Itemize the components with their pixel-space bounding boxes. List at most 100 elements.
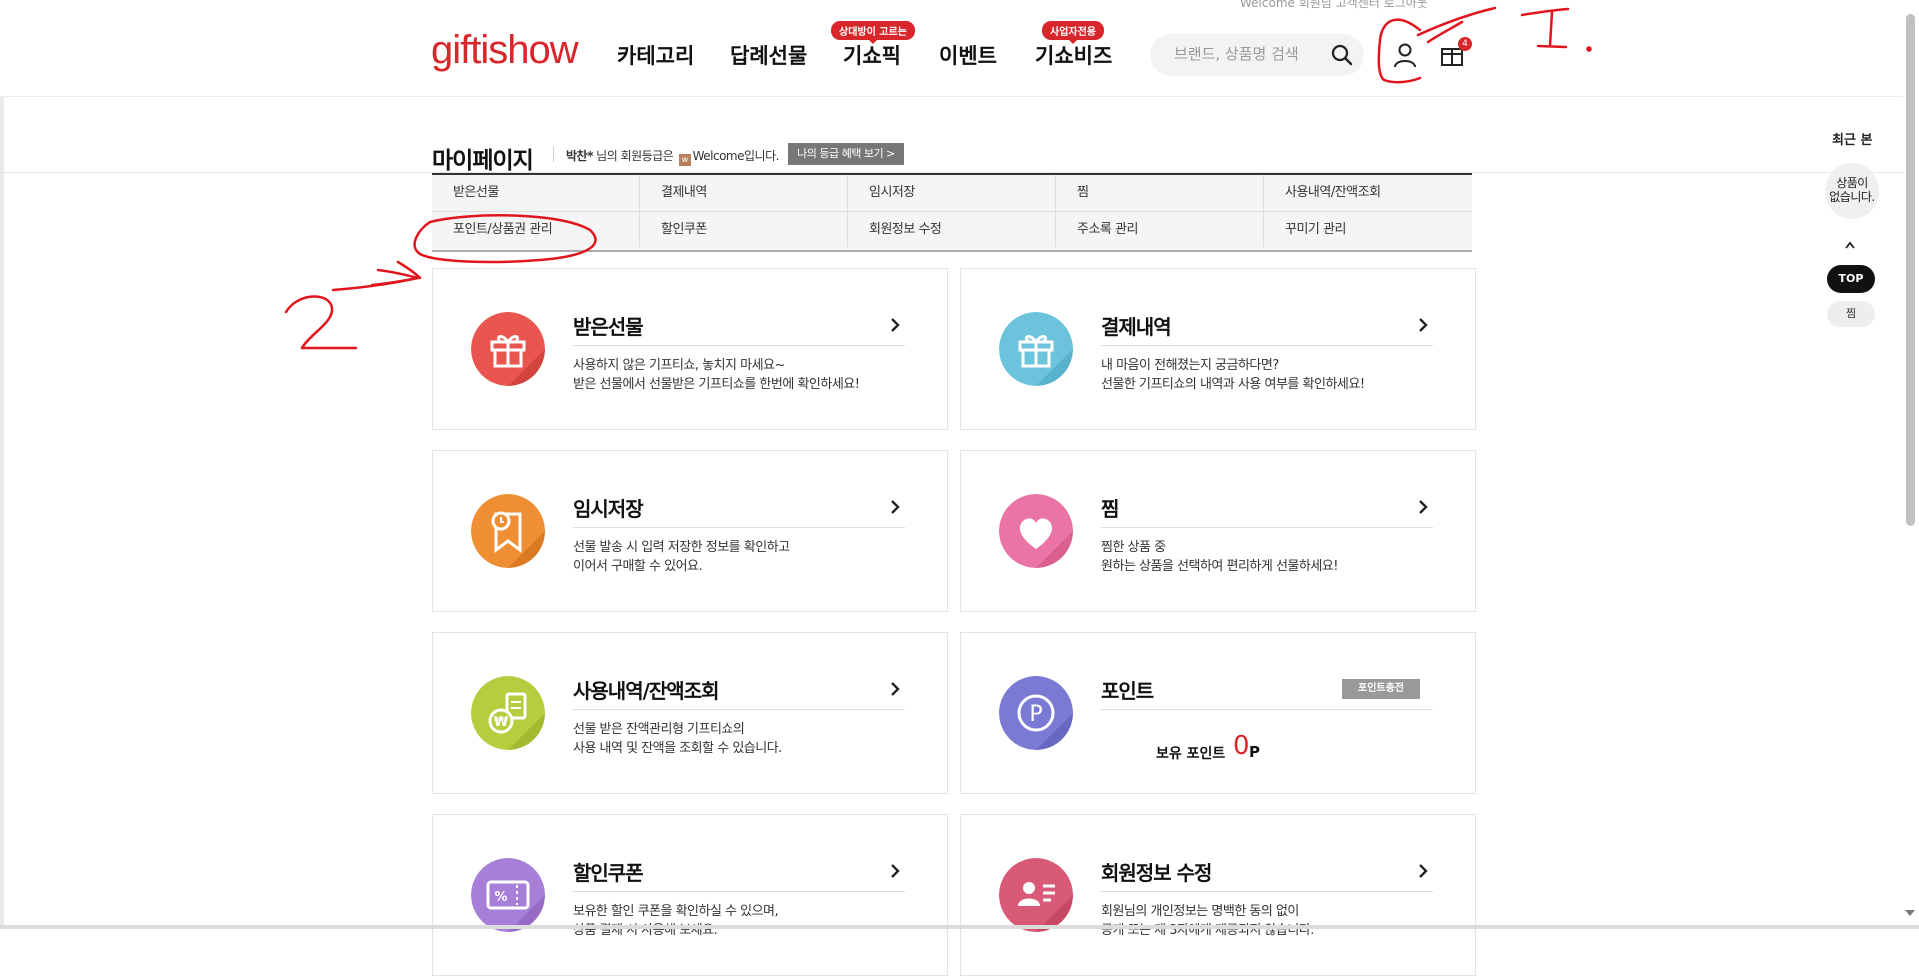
top-button[interactable]: TOP — [1827, 265, 1875, 293]
chevron-right-icon[interactable] — [889, 499, 901, 515]
card-description: 내 마음이 전해졌는지 궁금하다면? 선물한 기프티쇼의 내역과 사용 여부를 확… — [1101, 356, 1365, 394]
member-grade-text: 박찬* 님의 회원등급은 w Welcome입니다. — [566, 147, 779, 166]
chevron-up-icon[interactable] — [1844, 240, 1856, 250]
card-title: 받은선물 — [573, 315, 644, 339]
point-value: 0 — [1233, 731, 1250, 761]
chevron-right-icon[interactable] — [889, 317, 901, 333]
nav-badge-biz: 사업자전용 — [1042, 21, 1104, 44]
card-coupon[interactable]: % 할인쿠폰 보유한 할인 쿠폰을 확인하실 수 있으며, 상품 결제 시 사용해… — [432, 814, 948, 976]
search-icon[interactable] — [1330, 43, 1354, 67]
card-desc-line: 선물 발송 시 입력 저장한 정보를 확인하고 — [573, 540, 790, 555]
coupon-icon: % — [471, 858, 545, 932]
card-edit-member[interactable]: 회원정보 수정 회원님의 개인정보는 명백한 동의 없이공개 또는 제 3자에게… — [960, 814, 1476, 976]
cart-count-badge: 4 — [1458, 37, 1472, 51]
recent-empty-line: 상품이 — [1836, 176, 1868, 190]
submenu-decorate[interactable]: 꾸미기 관리 — [1264, 211, 1472, 247]
card-desc-line: 찜한 상품 중 — [1101, 540, 1166, 555]
site-header: Welcome 회원님 고객센터 로그아웃 giftishow 카테고리 답례선… — [0, 0, 1919, 97]
recent-view-title: 최근 본 — [1832, 133, 1873, 148]
submenu-coupon[interactable]: 할인쿠폰 — [640, 211, 848, 247]
submenu-payment-history[interactable]: 결제내역 — [640, 175, 848, 211]
site-logo[interactable]: giftishow — [431, 28, 579, 73]
point-charge-button[interactable]: 포인트충전 — [1342, 679, 1420, 699]
card-divider — [1101, 345, 1433, 346]
card-payment-history[interactable]: 결제내역 내 마음이 전해졌는지 궁금하다면? 선물한 기프티쇼의 내역과 사용 … — [960, 268, 1476, 430]
scrollbar-thumb[interactable] — [1906, 14, 1915, 526]
card-received-gift[interactable]: 받은선물 사용하지 않은 기프티쇼, 놓치지 마세요~ 받은 선물에서 선물받은 … — [432, 268, 948, 430]
user-icon[interactable] — [1392, 42, 1418, 68]
card-desc-line: 사용하지 않은 기프티쇼, 놓치지 마세요~ — [573, 358, 785, 373]
title-divider — [553, 146, 554, 162]
top-utility-links[interactable]: Welcome 회원님 고객센터 로그아웃 — [1240, 0, 1428, 11]
search-input[interactable] — [1174, 45, 1322, 63]
scroll-down-arrow-icon[interactable] — [1905, 910, 1915, 916]
bookmark-clock-icon — [471, 494, 545, 568]
chevron-right-icon[interactable] — [1417, 499, 1429, 515]
card-desc-line: 공개 또는 제 3자에게 제공되지 않습니다. — [1101, 923, 1314, 938]
submenu-address-book[interactable]: 주소록 관리 — [1056, 211, 1264, 247]
submenu-wishlist[interactable]: 찜 — [1056, 175, 1264, 211]
card-desc-line: 상품 결제 시 사용해 보세요. — [573, 923, 718, 938]
grade-benefit-button[interactable]: 나의 등급 혜택 보기 > — [788, 143, 904, 165]
card-desc-line: 사용 내역 및 잔액을 조회할 수 있습니다. — [573, 741, 782, 756]
nav-event[interactable]: 이벤트 — [939, 40, 997, 70]
annotation-arrow — [331, 260, 422, 292]
window-bottom-edge — [0, 925, 1919, 929]
submenu-point-giftcard[interactable]: 포인트/상품권 관리 — [432, 211, 640, 247]
card-desc-line: 선물 받은 잔액관리형 기프티쇼의 — [573, 722, 745, 737]
svg-text:%: % — [494, 890, 507, 905]
recent-view-empty: 상품이 없습니다. — [1825, 163, 1879, 219]
card-description: 사용하지 않은 기프티쇼, 놓치지 마세요~ 받은 선물에서 선물받은 기프티쇼를… — [573, 356, 860, 394]
card-title: 사용내역/잔액조회 — [573, 679, 720, 703]
card-desc-line: 회원님의 개인정보는 명백한 동의 없이 — [1101, 904, 1299, 919]
gift-icon — [999, 312, 1073, 386]
chevron-right-icon[interactable] — [889, 681, 901, 697]
grade-name: Welcome — [692, 149, 745, 163]
card-divider — [573, 527, 905, 528]
nav-category[interactable]: 카테고리 — [617, 40, 694, 70]
chevron-right-icon[interactable] — [1417, 317, 1429, 333]
recent-empty-line: 없습니다. — [1829, 190, 1875, 204]
grade-suffix: 입니다. — [743, 149, 779, 163]
card-title: 임시저장 — [573, 497, 644, 521]
card-temp-save[interactable]: 임시저장 선물 발송 시 입력 저장한 정보를 확인하고이어서 구매할 수 있어… — [432, 450, 948, 612]
nav-biz[interactable]: 기쇼비즈 — [1035, 40, 1112, 70]
submenu-usage-balance[interactable]: 사용내역/잔액조회 — [1264, 175, 1472, 211]
grade-prefix: 님의 회원등급은 — [592, 149, 677, 163]
card-divider — [573, 709, 905, 710]
chevron-right-icon[interactable] — [1417, 863, 1429, 879]
submenu-edit-member[interactable]: 회원정보 수정 — [848, 211, 1056, 247]
search-box — [1150, 34, 1364, 76]
card-usage-balance[interactable]: ₩ 사용내역/잔액조회 선물 받은 잔액관리형 기프티쇼의 사용 내역 및 잔액을… — [432, 632, 948, 794]
card-desc-line: 원하는 상품을 선택하여 편리하게 선물하세요! — [1101, 559, 1338, 574]
card-desc-line: 선물한 기프티쇼의 내역과 사용 여부를 확인하세요! — [1101, 377, 1365, 392]
card-description: 회원님의 개인정보는 명백한 동의 없이공개 또는 제 3자에게 제공되지 않습… — [1101, 902, 1314, 940]
nav-return-gift[interactable]: 답례선물 — [730, 40, 807, 70]
submenu-received-gift[interactable]: 받은선물 — [432, 175, 640, 211]
nav-giftpick[interactable]: 기쇼픽 — [843, 40, 901, 70]
card-point[interactable]: P 포인트 포인트충전 보유 포인트 0 P — [960, 632, 1476, 794]
gift-icon — [471, 312, 545, 386]
card-divider — [573, 891, 905, 892]
card-divider — [1101, 709, 1433, 710]
card-divider — [1101, 527, 1433, 528]
card-wishlist[interactable]: 찜 찜한 상품 중 원하는 상품을 선택하여 편리하게 선물하세요! — [960, 450, 1476, 612]
chevron-right-icon[interactable] — [889, 863, 901, 879]
point-unit: P — [1249, 743, 1260, 761]
mypage-submenu: 받은선물 결제내역 임시저장 찜 사용내역/잔액조회 포인트/상품권 관리 할인… — [432, 173, 1472, 252]
card-description: 보유한 할인 쿠폰을 확인하실 수 있으며, 상품 결제 시 사용해 보세요. — [573, 902, 779, 940]
card-title: 회원정보 수정 — [1101, 861, 1212, 885]
card-description: 선물 발송 시 입력 저장한 정보를 확인하고이어서 구매할 수 있어요. — [573, 538, 790, 576]
point-label: 보유 포인트 — [1156, 746, 1226, 762]
card-divider — [573, 345, 905, 346]
member-card-icon — [999, 858, 1073, 932]
card-desc-line: 내 마음이 전해졌는지 궁금하다면? — [1101, 358, 1279, 373]
submenu-temp-save[interactable]: 임시저장 — [848, 175, 1056, 211]
card-divider — [1101, 891, 1433, 892]
card-desc-line: 이어서 구매할 수 있어요. — [573, 559, 703, 574]
card-description: 찜한 상품 중원하는 상품을 선택하여 편리하게 선물하세요! — [1101, 538, 1338, 576]
quick-wishlist-button[interactable]: 찜 — [1827, 301, 1875, 327]
card-title: 할인쿠폰 — [573, 861, 644, 885]
point-icon: P — [999, 676, 1073, 750]
nav-badge-giftpick: 상대방이 고르는 — [831, 21, 915, 44]
